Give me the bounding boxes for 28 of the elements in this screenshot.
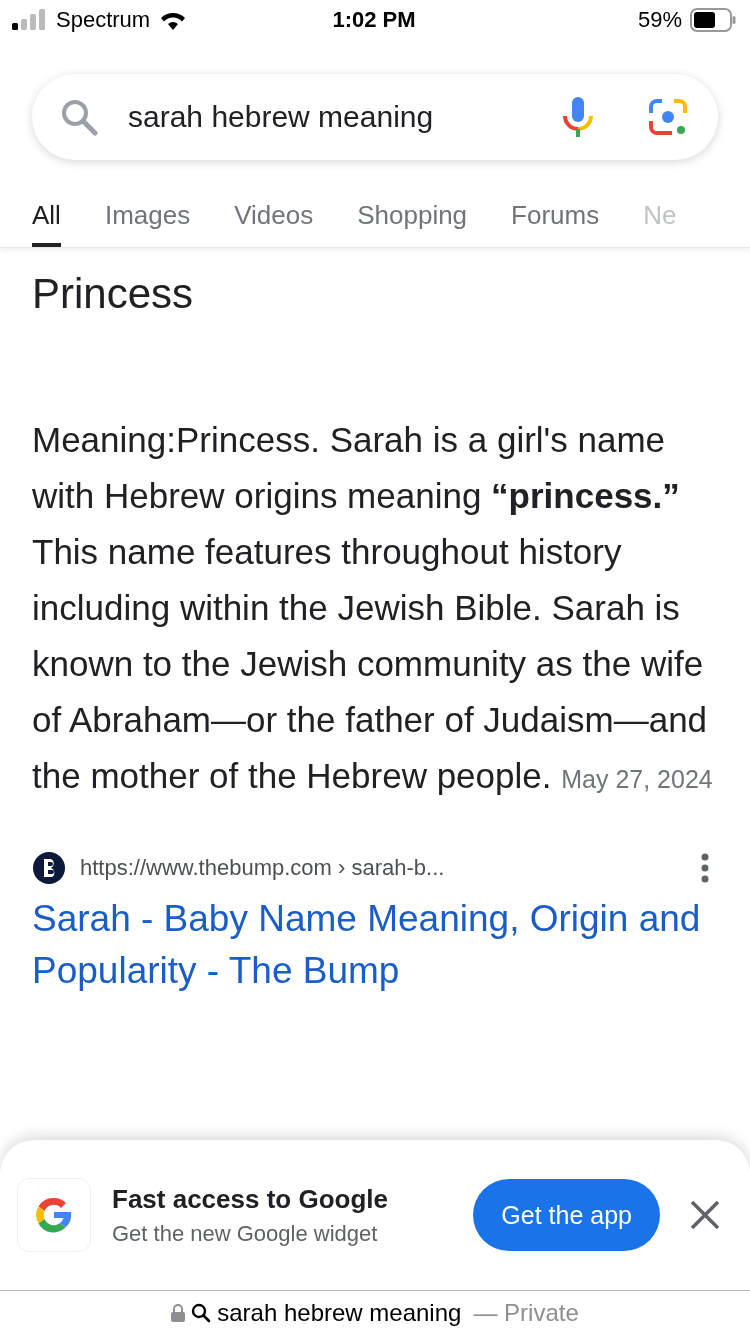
search-tab[interactable]: Shopping [357, 194, 468, 247]
result-url[interactable]: https://www.thebump.com › sarah-b... [80, 855, 686, 881]
search-tab[interactable]: All [32, 194, 61, 247]
result-title-link[interactable]: Sarah - Baby Name Meaning, Origin and Popularity - The Bump [32, 893, 718, 997]
battery-percent: 59% [637, 7, 682, 33]
signal-icon [12, 9, 48, 31]
banner-subtitle: Get the new Google widget [112, 1220, 379, 1247]
microphone-icon[interactable] [562, 96, 594, 138]
snippet-text: Meaning:Princess. Sarah is a girl's name with Hebrew origins meaning “princess.” This name features throughout history including within the Jewish Bible. Sarah is known to the Jewish community as the wife of Abraham—or the father of Judaism—and the mother of the Hebrew people. May 27, 2024 [32, 419, 714, 797]
get-app-button[interactable]: Get the app [473, 1179, 660, 1251]
lock-icon [171, 1303, 186, 1322]
more-options-icon[interactable] [700, 853, 710, 883]
search-tab[interactable]: Images [104, 194, 191, 247]
search-icon [60, 98, 98, 136]
search-tab[interactable]: Forums [511, 194, 600, 247]
clock-time: 1:02 PM [332, 7, 416, 33]
search-field[interactable]: sarah hebrew meaning [32, 74, 718, 160]
close-icon[interactable] [690, 1200, 720, 1230]
answer-heading: Princess [32, 270, 195, 318]
address-query: sarah hebrew meaning [217, 1298, 462, 1327]
banner-title: Fast access to Google [112, 1183, 389, 1215]
site-logo-icon [32, 851, 66, 885]
search-icon [191, 1302, 212, 1323]
browsing-mode: — Private [473, 1298, 579, 1327]
carrier-name: Spectrum [56, 7, 151, 33]
battery-icon [690, 8, 736, 32]
search-tab[interactable]: Videos [234, 194, 314, 247]
camera-icon[interactable] [648, 97, 688, 137]
